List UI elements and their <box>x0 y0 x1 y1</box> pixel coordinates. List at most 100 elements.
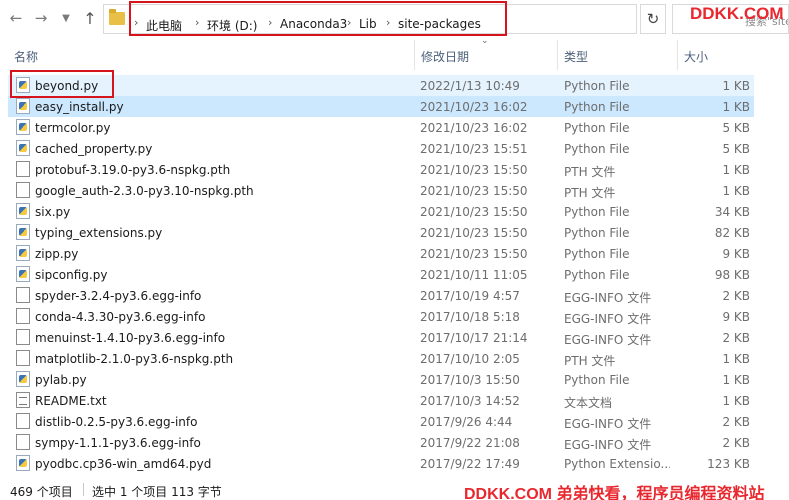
file-type: Python File <box>564 268 630 282</box>
address-toolbar: ← → ▼ ↑ › 此电脑 › 环境 (D:) › Anaconda3 › Li… <box>0 0 789 38</box>
python-file-icon <box>16 224 30 240</box>
blank-file-icon <box>16 161 30 177</box>
python-file-icon <box>16 371 30 387</box>
file-modified-date: 2021/10/23 15:50 <box>420 205 528 219</box>
file-modified-date: 2021/10/11 11:05 <box>420 268 528 282</box>
file-size: 9 KB <box>722 247 750 261</box>
file-modified-date: 2017/10/19 4:57 <box>420 289 520 303</box>
file-type: Python File <box>564 121 630 135</box>
file-type: EGG-INFO 文件 <box>564 312 652 326</box>
file-name: zipp.py <box>35 247 79 261</box>
file-modified-date: 2017/10/18 5:18 <box>420 310 520 324</box>
file-row[interactable]: typing_extensions.py 2021/10/23 15:50 Pyth… <box>8 222 754 243</box>
file-name: cached_property.py <box>35 142 153 156</box>
file-row[interactable]: beyond.py 2022/1/13 10:49 Python File 1 KB <box>8 75 754 96</box>
file-name: google_auth-2.3.0-py3.10-nspkg.pth <box>35 184 254 198</box>
file-name: distlib-0.2.5-py3.6.egg-info <box>35 415 198 429</box>
file-row[interactable]: README.txt 2017/10/3 14:52 文本文档 1 KB <box>8 390 754 411</box>
file-row[interactable]: google_auth-2.3.0-py3.10-nspkg.pth 2021/1… <box>8 180 754 201</box>
file-type: 文本文档 <box>564 396 613 410</box>
item-count: 469 个项目 <box>10 485 73 499</box>
file-modified-date: 2017/10/3 15:50 <box>420 373 520 387</box>
watermark: DDKK.COM <box>690 4 784 23</box>
column-header-name[interactable]: 名称 <box>8 40 415 70</box>
file-name: sympy-1.1.1-py3.6.egg-info <box>35 436 201 450</box>
file-modified-date: 2017/10/3 14:52 <box>420 394 520 408</box>
file-name: protobuf-3.19.0-py3.6-nspkg.pth <box>35 163 231 177</box>
file-type: Python File <box>564 142 630 156</box>
file-row[interactable]: pyodbc.cp36-win_amd64.pyd 2017/9/22 17:49… <box>8 453 754 474</box>
file-name: easy_install.py <box>35 100 124 114</box>
file-row[interactable]: matplotlib-2.1.0-py3.6-nspkg.pth 2017/10/… <box>8 348 754 369</box>
file-row[interactable]: cached_property.py 2021/10/23 15:51 Python… <box>8 138 754 159</box>
file-type: Python File <box>564 79 630 93</box>
file-size: 98 KB <box>714 268 750 282</box>
file-name: six.py <box>35 205 71 219</box>
refresh-icon[interactable]: ↻ <box>640 4 666 34</box>
file-size: 9 KB <box>722 310 750 324</box>
annotation-highlight-box <box>10 70 114 98</box>
file-row[interactable]: zipp.py 2021/10/23 15:50 Python File 9 KB <box>8 243 754 264</box>
file-row[interactable]: distlib-0.2.5-py3.6.egg-info 2017/9/26 4:… <box>8 411 754 432</box>
watermark: DDKK.COM 弟弟快看，程序员编程资料站 <box>464 486 765 500</box>
column-header-type[interactable]: 类型 <box>558 40 678 70</box>
column-header-row: 名称 修改日期 类型 大小 <box>0 40 789 70</box>
python-file-icon <box>16 119 30 135</box>
file-modified-date: 2021/10/23 15:51 <box>420 142 528 156</box>
file-modified-date: 2021/10/23 16:02 <box>420 100 528 114</box>
file-size: 1 KB <box>722 163 750 177</box>
file-modified-date: 2021/10/23 15:50 <box>420 163 528 177</box>
file-type: PTH 文件 <box>564 354 616 368</box>
file-size: 2 KB <box>722 331 750 345</box>
file-type: Python File <box>564 247 630 261</box>
file-row[interactable]: menuinst-1.4.10-py3.6.egg-info 2017/10/17… <box>8 327 754 348</box>
file-size: 34 KB <box>714 205 750 219</box>
file-type: PTH 文件 <box>564 165 616 179</box>
file-type: Python Extensio... <box>564 457 670 471</box>
file-modified-date: 2017/10/17 21:14 <box>420 331 528 345</box>
blank-file-icon <box>16 182 30 198</box>
file-name: README.txt <box>35 394 107 408</box>
recent-locations-chevron-icon[interactable]: ▼ <box>56 8 76 28</box>
file-name: matplotlib-2.1.0-py3.6-nspkg.pth <box>35 352 234 366</box>
file-row[interactable]: protobuf-3.19.0-py3.6-nspkg.pth 2021/10/2… <box>8 159 754 180</box>
file-row[interactable]: sympy-1.1.1-py3.6.egg-info 2017/9/22 21:0… <box>8 432 754 453</box>
blank-file-icon <box>16 329 30 345</box>
text-file-icon <box>16 392 30 408</box>
selection-info: 选中 1 个项目 113 字节 <box>92 485 222 499</box>
file-list: beyond.py 2022/1/13 10:49 Python File 1 KB e… <box>0 75 789 475</box>
forward-arrow-icon[interactable]: → <box>31 8 51 28</box>
file-size: 1 KB <box>722 373 750 387</box>
file-type: Python File <box>564 373 630 387</box>
file-name: conda-4.3.30-py3.6.egg-info <box>35 310 206 324</box>
file-row[interactable]: conda-4.3.30-py3.6.egg-info 2017/10/18 5:… <box>8 306 754 327</box>
up-arrow-icon[interactable]: ↑ <box>80 8 100 28</box>
python-file-icon <box>16 455 30 471</box>
file-size: 1 KB <box>722 100 750 114</box>
file-modified-date: 2021/10/23 15:50 <box>420 226 528 240</box>
file-size: 5 KB <box>722 142 750 156</box>
status-bar: 469 个项目 选中 1 个项目 113 字节 DDKK.COM 弟弟快看，程序… <box>0 478 789 500</box>
blank-file-icon <box>16 350 30 366</box>
file-size: 123 KB <box>707 457 750 471</box>
column-header-size[interactable]: 大小 <box>678 40 754 70</box>
file-size: 1 KB <box>722 184 750 198</box>
file-size: 1 KB <box>722 79 750 93</box>
file-row[interactable]: termcolor.py 2021/10/23 16:02 Python File 5… <box>8 117 754 138</box>
python-file-icon <box>16 98 30 114</box>
file-size: 1 KB <box>722 352 750 366</box>
folder-icon <box>109 9 125 25</box>
blank-file-icon <box>16 287 30 303</box>
file-row[interactable]: six.py 2021/10/23 15:50 Python File 34 KB <box>8 201 754 222</box>
file-size: 2 KB <box>722 436 750 450</box>
python-file-icon <box>16 245 30 261</box>
blank-file-icon <box>16 413 30 429</box>
file-row[interactable]: spyder-3.2.4-py3.6.egg-info 2017/10/19 4:… <box>8 285 754 306</box>
file-row[interactable]: pylab.py 2017/10/3 15:50 Python File 1 KB <box>8 369 754 390</box>
python-file-icon <box>16 203 30 219</box>
file-type: Python File <box>564 205 630 219</box>
back-arrow-icon[interactable]: ← <box>6 8 26 28</box>
file-row[interactable]: sipconfig.py 2021/10/11 11:05 Python File 9… <box>8 264 754 285</box>
file-row[interactable]: easy_install.py 2021/10/23 16:02 Python Fi… <box>8 96 754 117</box>
annotation-highlight-box <box>129 1 507 36</box>
